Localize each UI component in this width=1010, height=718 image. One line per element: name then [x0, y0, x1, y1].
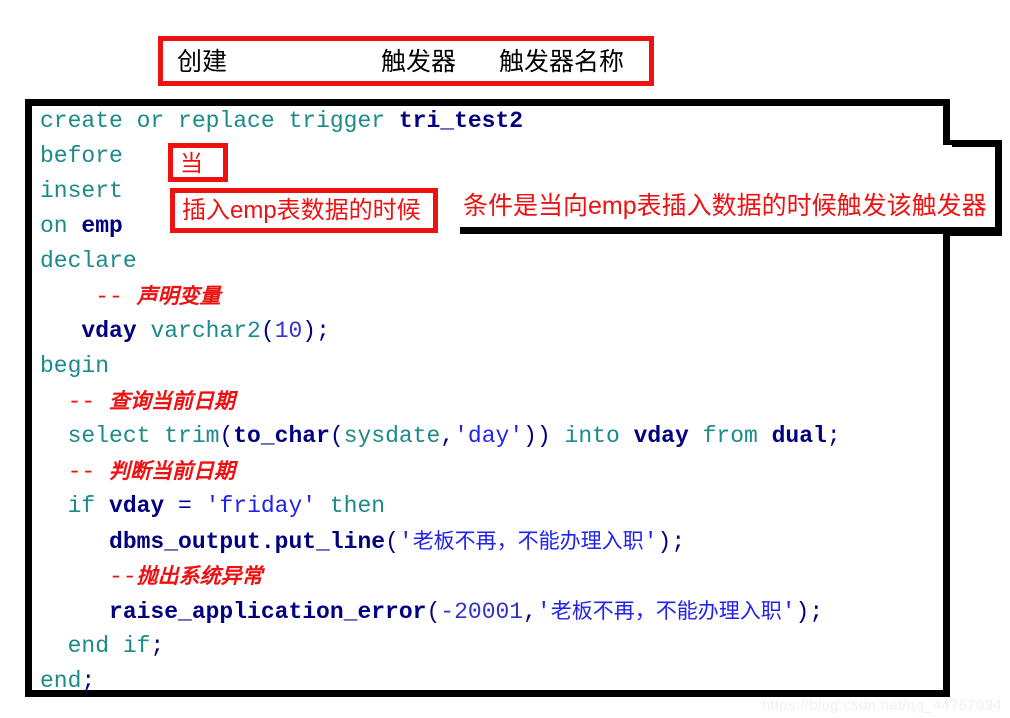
code-token: '	[398, 529, 413, 555]
code-token: 老板不再，不能办理入职	[550, 600, 782, 623]
code-line: create or replace trigger tri_test2	[40, 104, 1000, 139]
code-line: --抛出系统异常	[40, 559, 1000, 594]
code-token: --	[95, 284, 137, 310]
code-token: raise_application_error	[109, 599, 427, 625]
side-annotation-label: 条件是当向emp表插入数据的时候触发该触发器	[463, 192, 987, 220]
callout-box-dang: 当	[168, 143, 228, 182]
code-token: (	[329, 423, 344, 449]
code-token: --	[109, 564, 137, 590]
code-token: ,	[440, 423, 455, 449]
code-token: )	[795, 599, 810, 625]
header-label-trigger: 触发器	[381, 48, 457, 76]
code-token: ))	[523, 423, 551, 449]
code-line: -- 查询当前日期	[40, 384, 1000, 419]
code-line: -- 声明变量	[40, 279, 1000, 314]
code-token: )	[302, 318, 317, 344]
callout-dang-label: 当	[180, 150, 203, 176]
code-line: if vday = 'friday' then	[40, 489, 1000, 524]
code-token: select trim	[40, 423, 220, 449]
code-line: end;	[40, 664, 1000, 699]
code-line: select trim(to_char(sysdate,'day')) into…	[40, 419, 1000, 454]
code-token: if	[40, 493, 110, 519]
code-token: dbms_output.put_line	[109, 529, 386, 555]
code-token: emp	[81, 213, 123, 239]
code-token: (	[260, 318, 275, 344]
code-token: from	[688, 423, 772, 449]
callout-box-insert-when: 插入emp表数据的时候	[170, 188, 438, 233]
code-token: (	[426, 599, 441, 625]
code-token: declare	[40, 248, 137, 274]
code-token: -20001	[440, 599, 524, 625]
code-token: then	[316, 493, 386, 519]
code-token: ;	[81, 668, 96, 694]
code-line: declare	[40, 244, 1000, 279]
code-token: ;	[671, 529, 686, 555]
code-token: create or replace trigger	[40, 108, 399, 134]
code-token: varchar2	[136, 318, 261, 344]
header-label-trigger-name: 触发器名称	[499, 48, 625, 76]
code-line: begin	[40, 349, 1000, 384]
code-token: ,	[523, 599, 537, 625]
code-token: to_char	[233, 423, 330, 449]
code-line: -- 判断当前日期	[40, 454, 1000, 489]
code-token: vday	[633, 423, 689, 449]
code-token: dual	[771, 423, 827, 449]
code-token: '	[643, 529, 658, 555]
code-token: ;	[316, 318, 330, 344]
code-token: before	[40, 143, 123, 169]
code-line: raise_application_error(-20001,'老板不再，不能办…	[40, 594, 1000, 629]
code-token: '	[781, 599, 796, 625]
code-token: 查询当前日期	[109, 390, 236, 413]
callout-insert-when-label: 插入emp表数据的时候	[182, 197, 421, 224]
code-token: (	[219, 423, 234, 449]
code-token: --	[67, 389, 110, 415]
code-token: )	[657, 529, 672, 555]
code-token: tri_test2	[398, 108, 524, 134]
code-token: 老板不再，不能办理入职	[412, 530, 644, 553]
code-token: 'day'	[454, 423, 524, 449]
code-token: ;	[150, 633, 165, 659]
code-token: vday	[109, 493, 165, 519]
code-token: ;	[826, 423, 841, 449]
csdn-watermark: https://blog.csdn.net/qq_44757034	[761, 697, 1002, 714]
side-annotation-underline	[460, 227, 1000, 234]
code-token: 抛出系统异常	[136, 565, 263, 588]
code-token: 判断当前日期	[109, 460, 236, 483]
code-token: ;	[809, 599, 824, 625]
code-line: vday varchar2(10);	[40, 314, 1000, 349]
code-token: begin	[40, 353, 110, 379]
code-token: 声明变量	[136, 285, 221, 308]
code-token: insert	[40, 178, 123, 204]
code-token: =	[164, 493, 206, 519]
code-token: into	[550, 423, 634, 449]
header-annotation-box: 创建 触发器 触发器名称	[158, 36, 654, 86]
code-token: on	[40, 213, 82, 239]
code-token: vday	[81, 318, 137, 344]
code-token: sysdate	[343, 423, 441, 449]
code-token: 'friday'	[205, 493, 317, 519]
code-token: 10	[274, 318, 303, 344]
code-token: --	[67, 459, 110, 485]
code-token: (	[385, 529, 399, 555]
code-token: end if	[40, 633, 151, 659]
code-line: end if;	[40, 629, 1000, 664]
header-label-create: 创建	[177, 48, 228, 76]
code-token: end	[40, 668, 82, 694]
code-line: dbms_output.put_line('老板不再，不能办理入职');	[40, 524, 1000, 559]
code-token: '	[536, 599, 551, 625]
